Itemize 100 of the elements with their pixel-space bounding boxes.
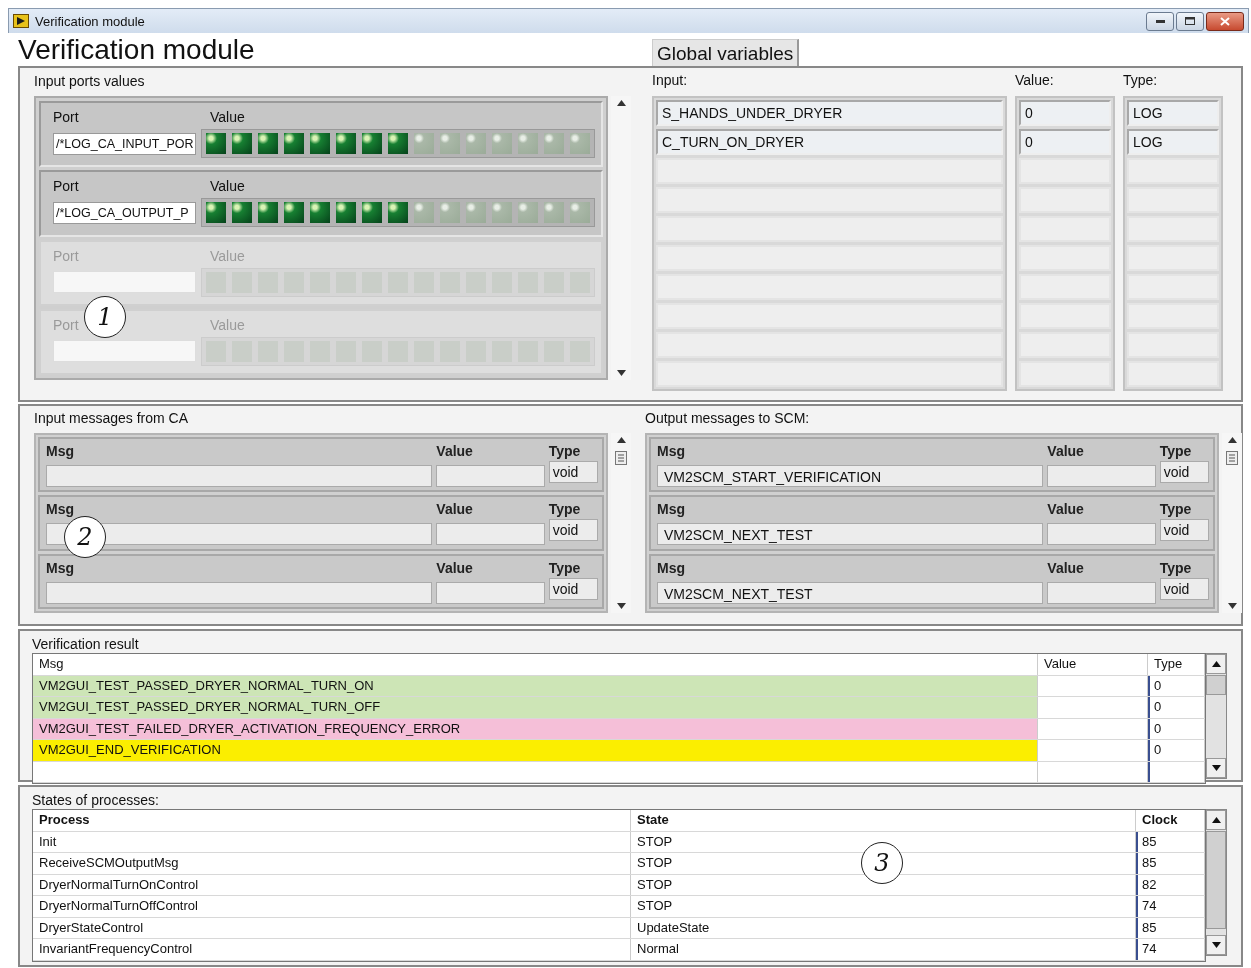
scroll-down-icon[interactable] bbox=[1227, 603, 1237, 609]
value-label: Value bbox=[436, 501, 474, 518]
msg-field[interactable] bbox=[46, 581, 433, 604]
app-icon bbox=[13, 14, 29, 28]
section-title: Input ports values bbox=[34, 72, 145, 91]
column-header: Clock bbox=[1136, 810, 1205, 831]
maximize-button[interactable] bbox=[1176, 11, 1204, 31]
section-title: States of processes: bbox=[32, 792, 159, 810]
minimize-button[interactable] bbox=[1146, 11, 1174, 31]
column-header: Value bbox=[1038, 654, 1148, 675]
scroll-up-icon[interactable] bbox=[1211, 661, 1221, 667]
msg-label: Msg bbox=[46, 443, 75, 459]
port-label: Port bbox=[53, 178, 80, 195]
table-cell: UpdateState bbox=[631, 917, 1136, 938]
msg-field[interactable]: VM2SCM_START_VERIFICATION bbox=[657, 465, 1044, 487]
type-field[interactable]: LOG bbox=[1127, 129, 1219, 155]
value-label: Value bbox=[1047, 443, 1085, 459]
section-title: Verification result bbox=[32, 636, 139, 654]
type-label: Type bbox=[548, 559, 582, 576]
scroll-down-icon[interactable] bbox=[1211, 942, 1221, 948]
table-cell: DryerNormalTurnOffControl bbox=[33, 896, 631, 917]
msg-field[interactable]: VM2SCM_NEXT_TEST bbox=[657, 523, 1044, 546]
value-field[interactable] bbox=[436, 581, 545, 604]
list-icon bbox=[1226, 451, 1238, 465]
minimize-icon bbox=[1155, 19, 1165, 23]
msg-field[interactable] bbox=[46, 523, 433, 546]
port-field[interactable]: /*LOG_CA_INPUT_POR bbox=[53, 132, 196, 155]
table-cell: VM2GUI_TEST_PASSED_DRYER_NORMAL_TURN_OFF bbox=[33, 697, 1038, 718]
column-header: Type bbox=[1148, 654, 1205, 675]
type-field[interactable]: void bbox=[1159, 461, 1209, 483]
input-field[interactable]: C_TURN_ON_DRYER bbox=[656, 129, 1003, 155]
value-field[interactable]: 0 bbox=[1019, 100, 1111, 126]
input-label: Input: bbox=[652, 72, 689, 90]
msg-label: Msg bbox=[657, 501, 686, 518]
type-label: Type bbox=[1159, 559, 1193, 576]
value-label: Value bbox=[210, 178, 245, 195]
scroll-down-icon[interactable] bbox=[616, 603, 626, 609]
port-label: Port bbox=[53, 247, 80, 264]
close-icon bbox=[1220, 16, 1230, 26]
table-cell: VM2GUI_TEST_FAILED_DRYER_ACTIVATION_FREQUENCY_ERROR bbox=[33, 718, 1038, 739]
scroll-up-icon[interactable] bbox=[1227, 437, 1237, 443]
table-cell: ReceiveSCMOutputMsg bbox=[33, 853, 631, 874]
scroll-thumb[interactable] bbox=[1206, 831, 1226, 929]
section-title: Output messages to SCM: bbox=[645, 409, 810, 428]
table-cell: VM2GUI_END_VERIFICATION bbox=[33, 740, 1038, 761]
value-label: Value bbox=[1047, 501, 1085, 518]
msg-label: Msg bbox=[46, 559, 75, 576]
port-field[interactable]: /*LOG_CA_OUTPUT_P bbox=[53, 201, 196, 224]
table-cell: DryerNormalTurnOnControl bbox=[33, 874, 631, 895]
column-header: State bbox=[631, 810, 1136, 831]
section-title: Input messages from CA bbox=[34, 409, 189, 428]
type-field[interactable]: void bbox=[1159, 519, 1209, 542]
table-cell: Normal bbox=[631, 939, 1136, 960]
table-cell: VM2GUI_TEST_PASSED_DRYER_NORMAL_TURN_ON bbox=[33, 675, 1038, 696]
input-field[interactable]: S_HANDS_UNDER_DRYER bbox=[656, 100, 1003, 126]
port-label: Port bbox=[53, 109, 80, 125]
type-field[interactable]: void bbox=[548, 519, 598, 542]
page-heading: Verification module bbox=[17, 33, 256, 66]
scroll-thumb[interactable] bbox=[1206, 675, 1226, 695]
column-header: Msg bbox=[33, 654, 1038, 675]
msg-label: Msg bbox=[46, 501, 75, 518]
msg-label: Msg bbox=[657, 559, 686, 576]
value-label: Value bbox=[210, 109, 245, 125]
value-field[interactable] bbox=[1047, 581, 1156, 604]
value-field[interactable]: 0 bbox=[1019, 129, 1111, 155]
tab[interactable]: Global variables bbox=[652, 39, 800, 66]
close-button[interactable] bbox=[1206, 11, 1244, 31]
value-label: Value bbox=[210, 247, 245, 264]
msg-label: Msg bbox=[657, 443, 686, 459]
list-icon bbox=[615, 451, 627, 465]
type-label: Type bbox=[548, 501, 582, 518]
scroll-up-icon[interactable] bbox=[616, 100, 626, 106]
value-label: Value bbox=[436, 443, 474, 459]
type-field[interactable]: void bbox=[1159, 577, 1209, 600]
column-header: Process bbox=[33, 810, 631, 831]
value-field[interactable] bbox=[436, 465, 545, 487]
scroll-down-icon[interactable] bbox=[616, 370, 626, 376]
window-title: Verification module bbox=[35, 13, 145, 29]
scroll-up-icon[interactable] bbox=[616, 437, 626, 443]
value-field[interactable] bbox=[1047, 465, 1156, 487]
msg-field[interactable]: VM2SCM_NEXT_TEST bbox=[657, 581, 1044, 604]
value-field[interactable] bbox=[436, 523, 545, 546]
type-field[interactable]: void bbox=[548, 577, 598, 600]
value-label: Value bbox=[436, 559, 474, 576]
table-cell: STOP bbox=[631, 896, 1136, 917]
type-label: Type: bbox=[1123, 72, 1159, 90]
scroll-down-icon[interactable] bbox=[1211, 765, 1221, 771]
msg-field[interactable] bbox=[46, 465, 433, 487]
type-label: Type bbox=[1159, 443, 1193, 459]
table-cell: InvariantFrequencyControl bbox=[33, 939, 631, 960]
value-field[interactable] bbox=[1047, 523, 1156, 546]
type-field[interactable]: void bbox=[548, 461, 598, 483]
maximize-icon bbox=[1185, 17, 1195, 25]
scroll-up-icon[interactable] bbox=[1211, 817, 1221, 823]
value-label: Value bbox=[210, 316, 245, 333]
type-label: Type bbox=[1159, 501, 1193, 518]
value-label: Value: bbox=[1015, 72, 1055, 90]
table-cell: DryerStateControl bbox=[33, 917, 631, 938]
value-label: Value bbox=[1047, 559, 1085, 576]
type-field[interactable]: LOG bbox=[1127, 100, 1219, 126]
